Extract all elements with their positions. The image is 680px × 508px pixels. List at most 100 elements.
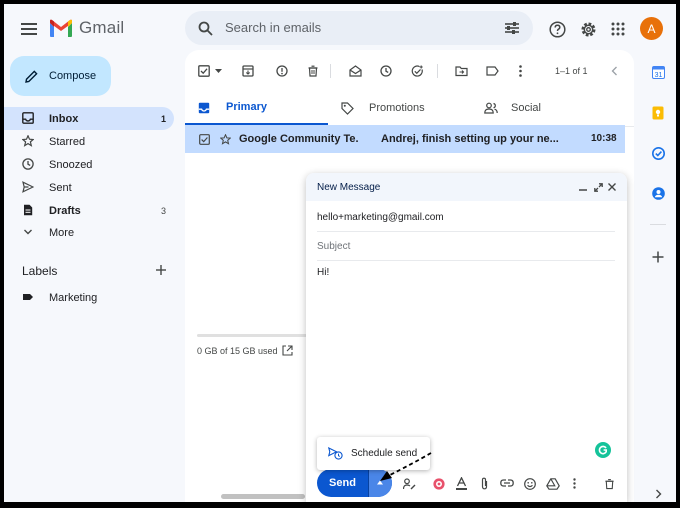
to-recipient: hello+marketing@gmail.com	[317, 212, 444, 223]
archive-icon[interactable]	[241, 64, 255, 78]
add-addon-icon[interactable]	[651, 250, 665, 264]
report-spam-icon[interactable]	[275, 64, 289, 78]
label-icon	[22, 291, 34, 303]
row-checkbox-icon[interactable]	[198, 133, 210, 145]
snooze-clock-icon[interactable]	[379, 64, 393, 78]
tag-icon	[341, 102, 354, 115]
annotation-arrow	[380, 452, 432, 481]
horizontal-scrollbar[interactable]	[221, 494, 305, 499]
sidebar-item-label: Drafts	[49, 204, 81, 217]
inbox-icon	[22, 112, 34, 124]
search-options-icon[interactable]	[504, 20, 520, 36]
expand-icon[interactable]	[593, 182, 603, 192]
email-sender: Google Community Te.	[239, 133, 359, 145]
compose-label: Compose	[49, 70, 97, 82]
star-icon	[22, 135, 34, 147]
sidebar-item-more[interactable]: More	[4, 221, 174, 244]
gmail-window: Gmail A Compose Inbox 1 Starred Sn	[4, 4, 676, 502]
storage-bar	[197, 334, 307, 337]
sidebar-item-label: Starred	[49, 135, 86, 148]
chevron-down-icon	[22, 226, 34, 238]
settings-gear-icon[interactable]	[579, 20, 597, 38]
search-icon[interactable]	[197, 20, 213, 36]
gmail-logo[interactable]: Gmail	[49, 18, 124, 38]
compose-title: New Message	[317, 182, 381, 193]
tab-promotions[interactable]: Promotions	[328, 90, 471, 126]
account-avatar[interactable]: A	[640, 17, 663, 40]
email-row[interactable]: Google Community Te. Andrej, finish sett…	[185, 125, 625, 153]
main-menu-icon[interactable]	[18, 18, 40, 40]
contacts-icon[interactable]	[651, 186, 665, 200]
clock-icon	[22, 158, 34, 170]
emoji-icon[interactable]	[523, 477, 536, 490]
sidebar-item-inbox[interactable]: Inbox 1	[4, 107, 174, 130]
tab-label: Promotions	[369, 102, 425, 114]
sidebar-label-marketing[interactable]: Marketing	[4, 286, 174, 309]
rail-divider	[650, 224, 666, 225]
close-icon[interactable]	[607, 182, 617, 192]
drive-icon[interactable]	[546, 477, 560, 490]
sidebar-item-count: 1	[160, 113, 166, 124]
inbox-icon	[198, 102, 210, 114]
sidebar-item-label: More	[49, 226, 75, 239]
text-format-icon[interactable]	[455, 476, 468, 490]
search-bar[interactable]	[185, 11, 533, 45]
message-body[interactable]: Hi!	[317, 267, 615, 427]
sidebar-item-starred[interactable]: Starred	[4, 130, 174, 153]
gmail-logo-text: Gmail	[79, 18, 125, 37]
gmail-logo-icon	[49, 19, 73, 38]
send-label: Send	[329, 477, 356, 489]
sidebar-item-label: Sent	[49, 181, 72, 194]
keep-icon[interactable]	[651, 106, 665, 120]
discard-draft-icon[interactable]	[603, 477, 615, 490]
message-body-text: Hi!	[317, 267, 330, 278]
tab-label: Social	[511, 102, 541, 114]
delete-icon[interactable]	[306, 64, 320, 78]
toolbar-divider	[437, 64, 438, 78]
more-options-icon[interactable]	[514, 64, 526, 78]
email-time: 10:38	[591, 133, 617, 144]
compose-header[interactable]: New Message	[306, 173, 627, 201]
mark-unread-icon[interactable]	[348, 64, 362, 78]
send-icon	[22, 181, 34, 193]
more-options-icon[interactable]	[570, 477, 578, 490]
apps-grid-icon[interactable]	[609, 20, 627, 38]
tab-label: Primary	[226, 100, 267, 113]
email-subject: Andrej, finish setting up your ne...	[381, 133, 559, 145]
minimize-icon[interactable]	[578, 182, 588, 192]
schedule-send-icon	[328, 447, 343, 460]
search-input[interactable]	[225, 20, 465, 35]
storage-text: 0 GB of 15 GB used	[197, 346, 278, 356]
open-external-icon[interactable]	[281, 344, 293, 356]
draft-icon	[22, 204, 34, 216]
add-label-icon[interactable]	[154, 263, 168, 277]
attach-icon[interactable]	[478, 476, 491, 490]
labels-heading: Labels	[22, 264, 58, 278]
help-icon[interactable]	[548, 20, 566, 38]
chevron-right-icon[interactable]	[652, 488, 664, 500]
subject-field[interactable]: Subject	[317, 233, 615, 261]
calendar-icon[interactable]: 31	[651, 65, 665, 79]
sidebar-item-drafts[interactable]: Drafts 3	[4, 199, 174, 222]
star-icon[interactable]	[219, 133, 231, 145]
tasks-icon[interactable]	[651, 146, 665, 160]
tab-primary[interactable]: Primary	[185, 90, 328, 126]
pencil-icon	[24, 69, 38, 83]
tab-social[interactable]: Social	[471, 90, 614, 126]
select-checkbox-icon[interactable]	[197, 64, 211, 78]
grammarly-icon[interactable]	[594, 441, 611, 458]
link-icon[interactable]	[500, 477, 514, 489]
svg-text:31: 31	[654, 72, 662, 79]
sidebar-item-label: Inbox	[49, 112, 79, 125]
compose-button[interactable]: Compose	[10, 56, 111, 96]
sidebar-item-snoozed[interactable]: Snoozed	[4, 153, 174, 176]
to-field[interactable]: hello+marketing@gmail.com	[317, 204, 615, 232]
sidebar-item-sent[interactable]: Sent	[4, 176, 174, 199]
select-dropdown-icon[interactable]	[214, 67, 222, 75]
pagination-text: 1–1 of 1	[555, 66, 588, 76]
move-to-folder-icon[interactable]	[454, 64, 468, 78]
sidebar-item-label: Snoozed	[49, 158, 93, 171]
chevron-left-icon[interactable]	[608, 64, 620, 78]
label-as-icon[interactable]	[485, 64, 499, 78]
add-to-tasks-icon[interactable]	[410, 64, 424, 78]
